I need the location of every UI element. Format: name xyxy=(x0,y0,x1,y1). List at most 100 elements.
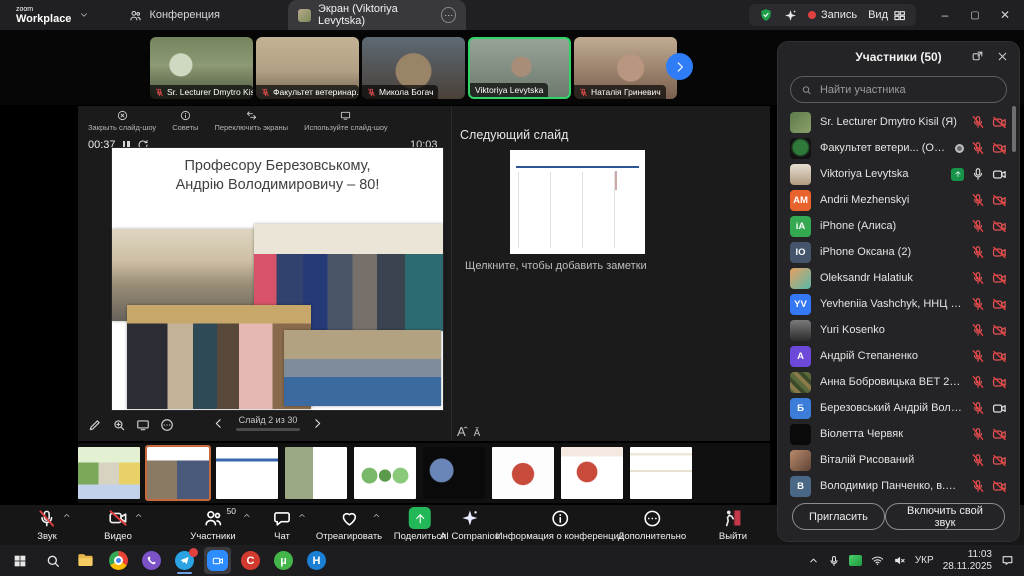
meeting-info-button[interactable]: Информация о конференции xyxy=(496,508,625,542)
next-slide-preview[interactable] xyxy=(510,150,645,254)
minimize-button[interactable]: – xyxy=(932,3,958,27)
participant-row[interactable]: В Володимир Панченко, в.о. нач ГУ ДП... xyxy=(778,473,1019,499)
previous-slide-icon[interactable] xyxy=(212,417,225,430)
participant-row[interactable]: Sr. Lecturer Dmytro Kisil (Я) xyxy=(778,109,1019,135)
meeting-status-group: Запись Вид xyxy=(749,4,916,26)
slide-thumbnail[interactable] xyxy=(561,447,623,499)
panel-scrollbar[interactable] xyxy=(1012,106,1016,152)
unmute-self-button[interactable]: Включить свой звук xyxy=(885,503,1005,530)
video-button[interactable]: Видео xyxy=(104,508,132,542)
chrome-button[interactable] xyxy=(105,547,132,574)
participant-row[interactable]: А Андрій Степаненко xyxy=(778,343,1019,369)
participants-caret-icon[interactable] xyxy=(242,511,251,520)
ai-companion-button[interactable]: AI Companion xyxy=(440,508,500,542)
tips-button[interactable]: Советы xyxy=(172,110,198,132)
video-options-caret-icon[interactable] xyxy=(134,511,143,520)
swap-displays-button[interactable]: Переключить экраны xyxy=(214,110,288,132)
wifi-icon[interactable] xyxy=(871,554,884,567)
slide-thumbnail[interactable] xyxy=(147,447,209,499)
react-caret-icon[interactable] xyxy=(372,511,381,520)
slide-thumbnail[interactable] xyxy=(78,447,140,499)
ai-sparkle-icon[interactable] xyxy=(784,9,797,22)
zoom-in-icon[interactable] xyxy=(112,418,126,432)
speaker-muted-icon[interactable] xyxy=(893,554,906,567)
start-button[interactable] xyxy=(6,547,33,574)
security-shield-icon[interactable] xyxy=(759,8,773,22)
next-slide-icon[interactable] xyxy=(311,417,324,430)
audio-button[interactable]: Звук xyxy=(37,508,56,542)
more-button[interactable]: Дополнительно xyxy=(618,508,686,542)
participant-row[interactable]: Анна Бобровицька ВЕТ 2201-1 М-6 xyxy=(778,369,1019,395)
participant-search[interactable] xyxy=(790,76,1007,103)
participant-row[interactable]: IO iPhone Оксана (2) xyxy=(778,239,1019,265)
tray-mic-icon[interactable] xyxy=(828,555,840,567)
slide-thumbnail[interactable] xyxy=(492,447,554,499)
audio-options-caret-icon[interactable] xyxy=(62,511,71,520)
participant-row[interactable]: Б Березовський Андрій Володимирович xyxy=(778,395,1019,421)
video-tile[interactable]: Viktoriya Levytska xyxy=(468,37,571,99)
participants-button[interactable]: 50 Участники xyxy=(190,508,235,542)
participant-row[interactable]: Факультет ветери... (Организатор) xyxy=(778,135,1019,161)
mic-muted-icon xyxy=(971,323,985,337)
leave-button[interactable]: Выйти xyxy=(719,508,747,542)
tab-more-icon[interactable]: ⋯ xyxy=(441,7,456,23)
current-slide[interactable]: Професору Березовському, Андрію Володими… xyxy=(112,148,443,410)
end-slideshow-button[interactable]: Закрыть слайд-шоу xyxy=(88,110,156,132)
participant-row[interactable]: iА iPhone (Алиса) xyxy=(778,213,1019,239)
participant-row[interactable]: AM Andrii Mezhenskyi xyxy=(778,187,1019,213)
tray-caret-up-icon[interactable] xyxy=(808,555,819,566)
slide-thumbnail[interactable] xyxy=(216,447,278,499)
slide-thumbnail[interactable] xyxy=(285,447,347,499)
participant-row[interactable]: Віталій Рисований xyxy=(778,447,1019,473)
viber-button[interactable] xyxy=(138,547,165,574)
slide-thumbnail[interactable] xyxy=(354,447,416,499)
tab-conference[interactable]: Конференция xyxy=(129,9,219,22)
show-taskbar-icon[interactable] xyxy=(136,418,150,432)
close-button[interactable]: ✕ xyxy=(992,3,1018,27)
file-explorer-button[interactable] xyxy=(72,547,99,574)
react-button[interactable]: Отреагировать xyxy=(316,508,382,542)
video-tile[interactable]: Наталія Гриневич xyxy=(574,37,677,99)
participant-search-input[interactable] xyxy=(818,83,996,97)
workspace-chevron-down-icon[interactable] xyxy=(79,10,89,20)
next-videos-button[interactable] xyxy=(666,53,693,80)
participant-row[interactable]: Віолетта Червяк xyxy=(778,421,1019,447)
invite-button[interactable]: Пригласить xyxy=(792,503,885,530)
pen-icon[interactable] xyxy=(88,418,102,432)
participant-row[interactable]: Oleksandr Halatiuk xyxy=(778,265,1019,291)
chat-button[interactable]: Чат xyxy=(273,508,292,542)
language-indicator[interactable]: УКР xyxy=(915,555,934,566)
decrease-font-icon[interactable]: А̌ xyxy=(474,428,481,439)
close-panel-icon[interactable] xyxy=(996,50,1009,63)
participant-row[interactable]: Yuri Kosenko xyxy=(778,317,1019,343)
ccleaner-button[interactable]: C xyxy=(237,547,264,574)
chat-caret-icon[interactable] xyxy=(298,511,307,520)
tab-screen-share[interactable]: Экран (Viktoriya Levytska) ⋯ xyxy=(288,0,466,30)
notes-placeholder[interactable]: Щелкните, чтобы добавить заметки xyxy=(465,260,647,272)
recording-indicator[interactable]: Запись xyxy=(808,9,857,21)
notification-center-icon[interactable] xyxy=(1001,554,1014,567)
participant-row[interactable]: Viktoriya Levytska xyxy=(778,161,1019,187)
video-tile[interactable]: Факультет ветеринар... xyxy=(256,37,359,99)
popout-icon[interactable] xyxy=(971,50,984,63)
participant-row[interactable]: YV Yevheniia Vashchyk, ННЦ "Інститут ек.… xyxy=(778,291,1019,317)
participant-name: Yevheniia Vashchyk, ННЦ "Інститут ек... xyxy=(820,298,962,310)
slide-thumbnail[interactable] xyxy=(423,447,485,499)
h-app-button[interactable]: H xyxy=(303,547,330,574)
use-slideshow-button[interactable]: Используйте слайд-шоу xyxy=(304,110,388,132)
increase-font-icon[interactable]: А̂ xyxy=(457,424,466,439)
telegram-button[interactable] xyxy=(171,547,198,574)
tray-green-app-icon[interactable] xyxy=(849,555,862,566)
maximize-button[interactable]: ▢ xyxy=(962,3,988,27)
video-tile[interactable]: Микола Богач xyxy=(362,37,465,99)
slide-thumbnail[interactable] xyxy=(630,447,692,499)
video-tile[interactable]: Sr. Lecturer Dmytro Kisil xyxy=(150,37,253,99)
view-button[interactable]: Вид xyxy=(868,9,906,22)
more-options-icon[interactable] xyxy=(160,418,174,432)
taskbar-search-button[interactable] xyxy=(39,547,66,574)
utorrent-button[interactable]: µ xyxy=(270,547,297,574)
slide-counter-label: Слайд 2 из 30 xyxy=(239,415,298,425)
zoom-app-button[interactable] xyxy=(204,547,231,574)
clock-date[interactable]: 11:03 28.11.2025 xyxy=(943,549,992,573)
share-screen-button[interactable]: Поделиться xyxy=(394,508,446,542)
